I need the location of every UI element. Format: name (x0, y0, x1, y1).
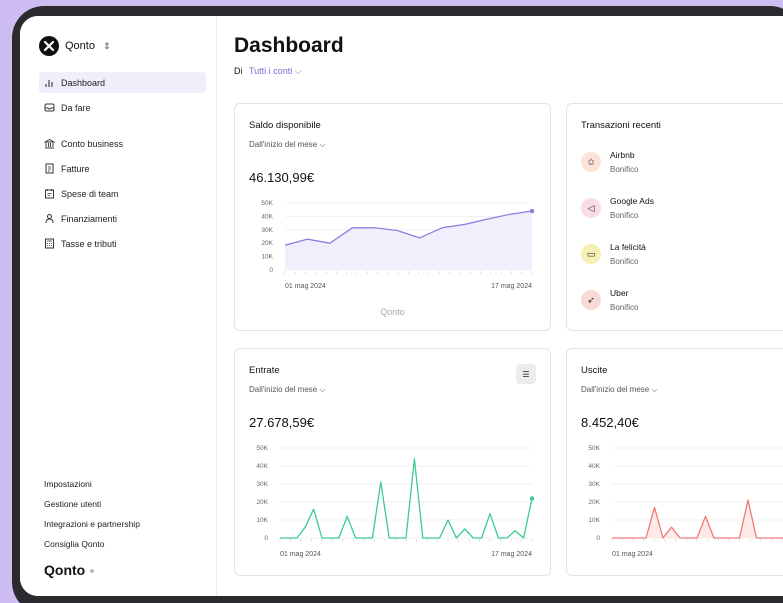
sidebar-item-label: Finanziamenti (61, 213, 118, 224)
sidebar-item-label: Tasse e tributi (61, 238, 117, 249)
transaction-row[interactable]: ✩ Airbnb Bonifico (581, 150, 638, 174)
brand-dot (90, 569, 95, 574)
y-tick-label: 0 (264, 535, 268, 542)
card-uscite: Uscite Dall'inizio del mese ⌵ 8.452,40€ … (566, 348, 783, 576)
transaction-row[interactable]: ▭ La felicità Bonifico (581, 242, 646, 266)
sidebar-item-label: Spese di team (61, 188, 119, 199)
x-end-label: 17 mag 2024 (491, 283, 532, 290)
y-tick-label: 40K (588, 463, 600, 470)
receipt-icon (44, 188, 55, 199)
invoice-icon (44, 163, 55, 174)
footer-link-gestione-utenti[interactable]: Gestione utenti (44, 494, 140, 514)
x-start-label: 01 mag 2024 (280, 551, 321, 558)
inbox-icon (44, 102, 55, 113)
x-start-label: 01 mag 2024 (285, 283, 326, 290)
y-tick-label: 30K (588, 481, 600, 488)
tx-type: Bonifico (610, 165, 639, 174)
sidebar-item-spese-di-team[interactable]: Spese di team (39, 183, 206, 204)
y-tick-label: 50K (261, 200, 273, 207)
sidebar-item-tasse-e-tributi[interactable]: Tasse e tributi (39, 233, 206, 254)
tx-name: Airbnb (610, 150, 635, 160)
expense-chart: 50K 40K 30K 20K 10K 0 01 mag 2024 (588, 445, 783, 558)
y-tick-label: 10K (256, 517, 268, 524)
account-select-value: Tutti i conti (249, 66, 293, 76)
financing-icon (44, 213, 55, 224)
bar-chart-icon (44, 77, 55, 88)
sidebar-item-label: Da fare (61, 102, 91, 113)
y-tick-label: 20K (588, 499, 600, 506)
footer-link-impostazioni[interactable]: Impostazioni (44, 474, 140, 494)
series-area (285, 211, 532, 270)
footer-link-integrazioni[interactable]: Integrazioni e partnership (44, 514, 140, 534)
card-saldo-disponibile: Saldo disponibile Dall'inizio del mese ⌵… (234, 103, 551, 331)
sidebar-item-label: Conto business (61, 138, 124, 149)
tx-name: Google Ads (610, 196, 654, 206)
sidebar-item-label: Fatture (61, 163, 90, 174)
series-line (280, 458, 533, 539)
last-data-point (529, 496, 535, 501)
org-name: Qonto (65, 40, 95, 52)
card-entrate: Entrate Dall'inizio del mese ⌵ ☰ 27.678,… (234, 348, 551, 576)
series-line (612, 499, 783, 539)
y-tick-label: 20K (261, 240, 273, 247)
y-tick-label: 0 (596, 535, 600, 542)
transaction-row[interactable]: ➶ Uber Bonifico (581, 288, 638, 312)
sidebar-item-fatture[interactable]: Fatture (39, 158, 206, 179)
tx-type: Bonifico (610, 211, 639, 220)
card-title: Transazioni recenti (581, 120, 661, 131)
sidebar-item-label: Dashboard (61, 77, 106, 88)
account-filter: Di Tutti i conti ⌵ (234, 66, 302, 77)
bank-icon (44, 138, 55, 149)
card-transazioni-recenti: Transazioni recenti ✩ Airbnb Bonifico ◁ G… (566, 103, 783, 331)
filter-prefix: Di (234, 66, 243, 76)
tx-type: Bonifico (610, 257, 639, 266)
tx-name: Uber (610, 288, 629, 298)
y-tick-label: 20K (256, 499, 268, 506)
chart-watermark: Qonto (380, 307, 405, 317)
sidebar-item-da-fare[interactable]: Da fare (39, 97, 206, 118)
sidebar-item-conto-business[interactable]: Conto business (39, 133, 206, 154)
last-data-point (529, 208, 535, 214)
y-tick-label: 10K (261, 254, 273, 261)
megaphone-icon: ◁ (581, 198, 601, 218)
sidebar: Qonto ⇕ Dashboard Da fare Conto business… (20, 16, 217, 596)
series-area (612, 500, 783, 538)
chevron-updown-icon: ⇕ (102, 40, 111, 51)
tx-name: La felicità (610, 242, 646, 252)
x-start-label: 01 mag 2024 (612, 551, 653, 558)
stars-icon: ✩ (581, 152, 601, 172)
calculator-icon (44, 238, 55, 249)
balance-chart: 50K 40K 30K 20K 10K 0 01 mag 2024 17 mag 2024 (261, 200, 535, 290)
account-select[interactable]: Tutti i conti ⌵ (249, 66, 302, 76)
y-tick-label: 50K (256, 445, 268, 452)
y-tick-label: 30K (261, 227, 273, 234)
qonto-logo-icon (39, 36, 59, 56)
basket-icon: ▭ (581, 244, 601, 264)
tx-type: Bonifico (610, 303, 639, 312)
y-tick-label: 0 (269, 267, 273, 274)
y-tick-label: 40K (261, 213, 273, 220)
y-tick-label: 50K (588, 445, 600, 452)
chevron-down-icon: ⌵ (294, 66, 302, 76)
sidebar-item-finanziamenti[interactable]: Finanziamenti (39, 208, 206, 229)
app-screen: Qonto ⇕ Dashboard Da fare Conto business… (20, 16, 783, 596)
org-switcher[interactable]: Qonto ⇕ (39, 36, 111, 56)
main-content: Dashboard Di Tutti i conti ⌵ Saldo dispo… (217, 16, 783, 596)
y-tick-label: 10K (588, 517, 600, 524)
page-title: Dashboard (234, 34, 344, 57)
brand-name: Qonto (44, 562, 86, 578)
footer-link-consiglia[interactable]: Consiglia Qonto (44, 534, 140, 554)
y-tick-label: 40K (256, 463, 268, 470)
income-chart: 50K 40K 30K 20K 10K 0 01 mag 2024 17 mag 2024 (256, 445, 535, 558)
y-tick-label: 30K (256, 481, 268, 488)
transaction-row[interactable]: ◁ Google Ads Bonifico (581, 196, 654, 220)
rocket-icon: ➶ (581, 290, 601, 310)
x-end-label: 17 mag 2024 (491, 551, 532, 558)
brand-logo: Qonto (44, 562, 95, 578)
sidebar-item-dashboard[interactable]: Dashboard (39, 72, 206, 93)
sidebar-footer: Impostazioni Gestione utenti Integrazion… (44, 474, 140, 554)
